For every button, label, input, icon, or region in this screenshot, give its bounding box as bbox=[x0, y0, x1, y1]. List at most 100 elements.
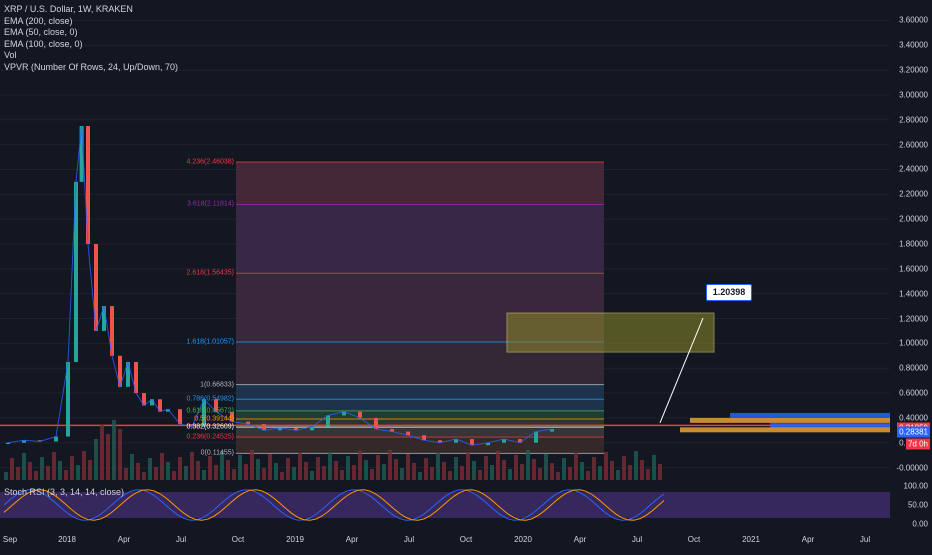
price-tick-label: 0.40000 bbox=[899, 413, 928, 423]
volume-bar bbox=[418, 472, 422, 480]
volume-bar bbox=[550, 463, 554, 480]
rsi-tick-label: 100.00 bbox=[903, 481, 928, 491]
volume-bar bbox=[424, 458, 428, 480]
volume-bar bbox=[136, 463, 140, 480]
volume-bar bbox=[538, 468, 542, 480]
volume-bar bbox=[166, 462, 170, 480]
volume-bar bbox=[400, 468, 404, 480]
volume-bar bbox=[4, 472, 8, 480]
volume-bar bbox=[292, 467, 296, 480]
volume-bar bbox=[544, 454, 548, 480]
volume-bar bbox=[34, 471, 38, 480]
fib-level-label: 0.5(0.39144) bbox=[194, 415, 234, 423]
volume-bar bbox=[40, 457, 44, 480]
volume-bar bbox=[532, 459, 536, 480]
volume-bar bbox=[226, 460, 230, 480]
volume-bar bbox=[46, 466, 50, 480]
price-chart[interactable] bbox=[0, 0, 932, 550]
volume-bar bbox=[502, 460, 506, 480]
chart-stage[interactable] bbox=[0, 0, 932, 550]
volume-bar bbox=[88, 460, 92, 480]
volume-bar bbox=[526, 450, 530, 480]
volume-bar bbox=[568, 467, 572, 480]
fib-band bbox=[236, 437, 604, 454]
price-axis[interactable]: 3.60000 3.40000 3.20000 3.00000 2.80000 2.600… bbox=[890, 0, 932, 550]
time-tick-label: Jul bbox=[175, 535, 187, 544]
fib-band bbox=[236, 399, 604, 411]
time-tick-label: Oct bbox=[231, 535, 245, 544]
volume-bar bbox=[436, 453, 440, 480]
volume-bar bbox=[466, 452, 470, 480]
indicator-ema200: EMA (200, close) bbox=[4, 15, 73, 26]
volume-bar bbox=[268, 454, 272, 480]
price-tick-label: -0.00000 bbox=[896, 463, 928, 473]
time-tick-label: 2020 bbox=[514, 535, 532, 544]
target-zone bbox=[506, 312, 715, 353]
volume-bar bbox=[490, 465, 494, 480]
volume-bar bbox=[76, 465, 80, 480]
rsi-tick-label: 0.00 bbox=[912, 519, 928, 529]
volume-bar bbox=[454, 457, 458, 480]
volume-bar bbox=[478, 470, 482, 480]
volume-bar bbox=[130, 454, 134, 480]
volume-bar bbox=[646, 469, 650, 480]
volume-bar bbox=[448, 471, 452, 480]
price-tick-label: 2.20000 bbox=[899, 189, 928, 199]
chart-legend: XRP / U.S. Dollar, 1W, KRAKEN EMA (200, … bbox=[4, 4, 178, 74]
volume-bar bbox=[118, 429, 122, 480]
volume-bar bbox=[640, 460, 644, 480]
volume-bar bbox=[298, 453, 302, 480]
volume-bar bbox=[280, 472, 284, 480]
volume-bar bbox=[334, 461, 338, 480]
volume-bar bbox=[328, 452, 332, 480]
fib-band bbox=[236, 161, 604, 205]
volume-bar bbox=[514, 455, 518, 480]
volume-bar bbox=[574, 453, 578, 480]
time-tick-label: Jul bbox=[403, 535, 415, 544]
fib-level-label: 0.786(0.54982) bbox=[186, 395, 234, 403]
volume-bar bbox=[16, 467, 20, 480]
fib-band bbox=[236, 384, 604, 400]
volume-bar bbox=[184, 466, 188, 480]
price-tick-label: 0.60000 bbox=[899, 388, 928, 398]
time-tick-label: Apr bbox=[345, 535, 359, 544]
volume-bar bbox=[244, 464, 248, 480]
indicator-ema50: EMA (50, close, 0) bbox=[4, 27, 78, 38]
volume-bar bbox=[178, 457, 182, 480]
vpvr-row bbox=[690, 417, 890, 423]
volume-bar bbox=[364, 460, 368, 480]
volume-bar bbox=[592, 457, 596, 480]
price-tag: 7d 0h bbox=[905, 438, 930, 450]
volume-bar bbox=[22, 453, 26, 480]
volume-bar bbox=[196, 461, 200, 480]
volume-bar bbox=[628, 465, 632, 480]
volume-bar bbox=[382, 464, 386, 480]
target-callout[interactable]: 1.20398 bbox=[706, 284, 752, 301]
volume-bar bbox=[58, 461, 62, 480]
fib-band bbox=[236, 427, 604, 438]
volume-bar bbox=[100, 425, 104, 480]
price-tick-label: 1.80000 bbox=[899, 239, 928, 249]
volume-bar bbox=[190, 452, 194, 480]
volume-bar bbox=[658, 464, 662, 480]
candle bbox=[374, 417, 378, 430]
volume-bar bbox=[622, 456, 626, 480]
price-tick-label: 3.60000 bbox=[899, 15, 928, 25]
volume-bar bbox=[388, 450, 392, 480]
volume-bar bbox=[274, 463, 278, 480]
volume-bar bbox=[52, 452, 56, 480]
volume-bar bbox=[28, 462, 32, 480]
volume-bar bbox=[610, 461, 614, 480]
volume-bar bbox=[208, 456, 212, 480]
volume-bar bbox=[64, 470, 68, 480]
volume-bar bbox=[172, 471, 176, 480]
candle bbox=[534, 431, 538, 443]
fib-level-label: 2.618(1.56435) bbox=[186, 269, 234, 277]
price-tick-label: 2.00000 bbox=[899, 214, 928, 224]
volume-bar bbox=[520, 464, 524, 480]
volume-bar bbox=[106, 434, 110, 480]
fib-band bbox=[236, 204, 604, 274]
volume-bar bbox=[262, 468, 266, 480]
volume-bar bbox=[142, 472, 146, 480]
fib-level-label: 1.618(1.01057) bbox=[186, 338, 234, 346]
